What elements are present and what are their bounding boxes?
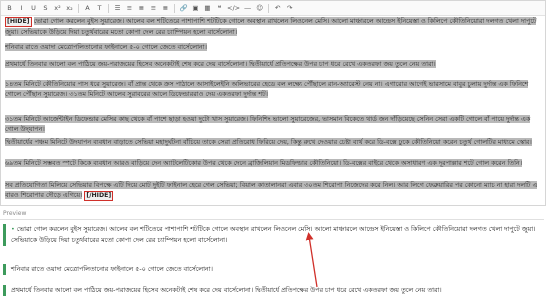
annotation-arrow: [305, 232, 318, 288]
arrow-line: [305, 232, 318, 288]
